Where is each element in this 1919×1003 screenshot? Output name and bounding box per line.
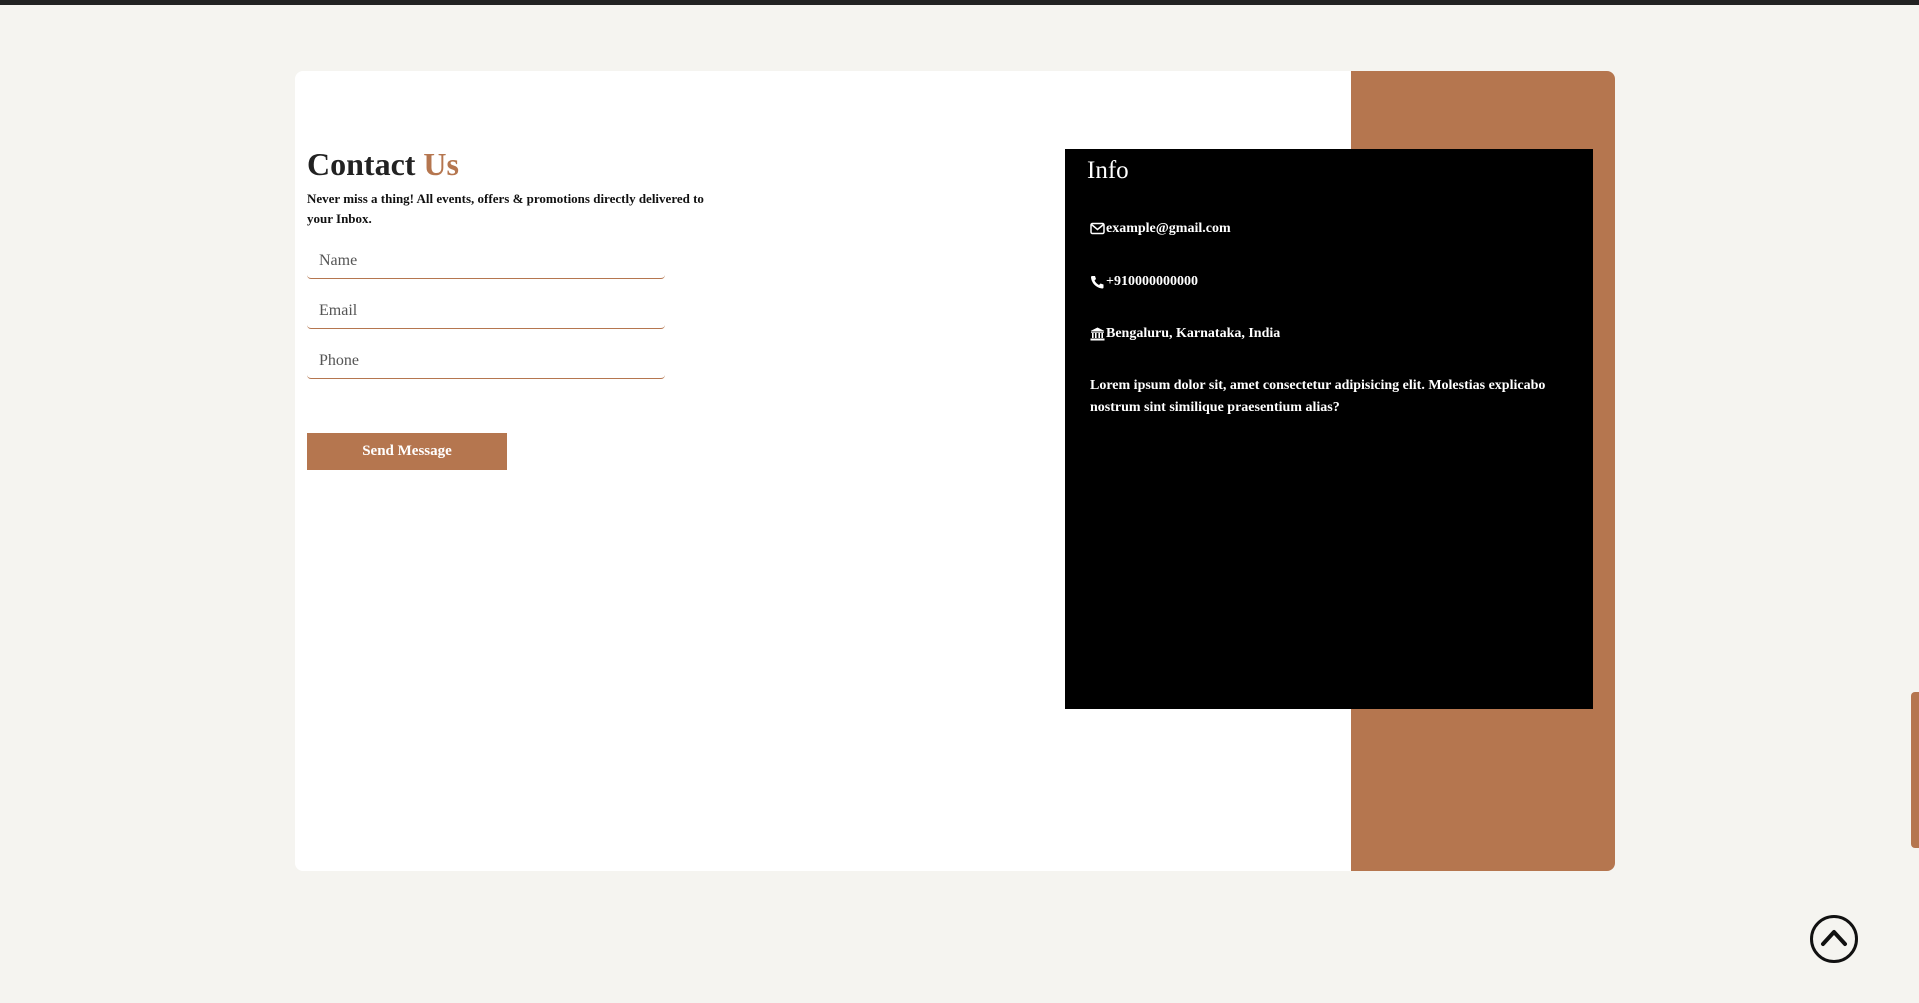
contact-title-main: Contact: [307, 146, 416, 182]
top-border-bar: [0, 0, 1919, 5]
bank-building-icon: [1090, 327, 1105, 341]
contact-title-accent: Us: [423, 146, 459, 182]
contact-subtitle: Never miss a thing! All events, offers &…: [307, 191, 704, 226]
send-message-button[interactable]: Send Message: [307, 433, 507, 470]
phone-field[interactable]: [307, 343, 665, 379]
chevron-up-icon: [1820, 926, 1848, 953]
info-phone-row: +910000000000: [1090, 274, 1198, 290]
info-address: Bengaluru, Karnataka, India: [1106, 326, 1281, 341]
email-field[interactable]: [307, 293, 665, 329]
contact-title: Contact Us: [307, 143, 727, 185]
phone-icon: [1090, 275, 1105, 289]
info-email-row: example@gmail.com: [1090, 221, 1231, 237]
info-panel: Info example@gmail.com +910000000000 Ben…: [1065, 149, 1593, 709]
contact-form: Contact Us Never miss a thing! All event…: [307, 143, 727, 470]
name-field[interactable]: [307, 243, 665, 279]
info-description: Lorem ipsum dolor sit, amet consectetur …: [1090, 378, 1546, 415]
info-title: Info: [1087, 157, 1129, 184]
info-phone: +910000000000: [1106, 274, 1198, 289]
envelope-icon: [1090, 222, 1105, 236]
info-email: example@gmail.com: [1106, 221, 1231, 236]
info-address-row: Bengaluru, Karnataka, India: [1090, 326, 1280, 342]
scroll-to-top-button[interactable]: [1810, 915, 1858, 963]
page-scrollbar-thumb[interactable]: [1911, 692, 1919, 848]
